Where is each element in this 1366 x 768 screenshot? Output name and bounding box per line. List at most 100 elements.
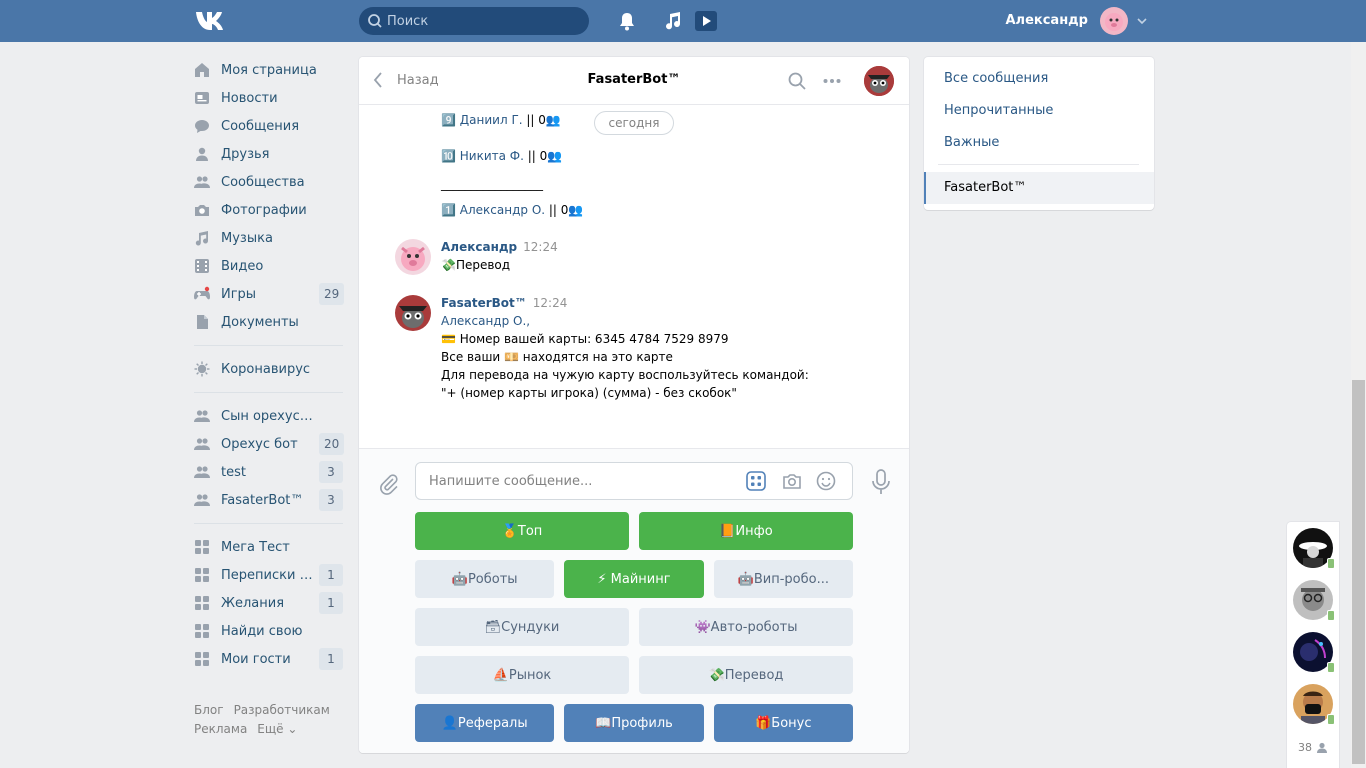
count-badge: 1 [319,564,343,586]
sidebar-item[interactable]: Сообщения [190,112,350,140]
message-composer: 🏅Топ 📙Инфо 🤖Роботы⚡ Майнинг🤖Вип-робо... 🗃Су… [359,448,909,753]
message-author[interactable]: Александр 12:24 [441,240,558,254]
sidebar-item-label: Сообщения [221,118,300,134]
sidebar-item[interactable]: Орехус бот 20 [190,430,350,458]
count-badge: 1 [319,592,343,614]
messages-filter-panel: Все сообщения Непрочитанные Важные Fasat… [924,57,1154,210]
keyboard-button[interactable]: 📙Инфо [639,512,853,550]
user-link[interactable]: Александр О. [460,203,545,217]
sidebar-item[interactable]: Видео [190,252,350,280]
sidebar-item[interactable]: Сообщества [190,168,350,196]
friends-online-panel: 38 [1287,522,1339,768]
music-note-icon[interactable] [662,11,684,31]
sidebar-item[interactable]: FasaterBot™ 3 [190,486,350,514]
sidebar-item[interactable]: Новости [190,84,350,112]
search-box[interactable] [359,7,589,35]
separator-line: _________________ [441,177,543,191]
sidebar-item[interactable]: Сын орехуса#1 [190,402,350,430]
sidebar-item[interactable]: Фотографии [190,196,350,224]
page-scrollbar[interactable] [1351,42,1366,768]
message-text: 💳 Номер вашей карты: 6345 4784 7529 8979 [441,332,729,346]
keyboard-button[interactable]: 👤Рефералы [415,704,555,742]
selected-conversation[interactable]: FasaterBot™ [924,172,1154,204]
app-icon [195,568,209,582]
sidebar-item[interactable]: test 3 [190,458,350,486]
message-input-box[interactable] [415,462,853,500]
filter-important[interactable]: Важные [944,135,999,150]
microphone-icon[interactable] [869,469,893,495]
paperclip-icon[interactable] [378,473,400,495]
online-indicator [1327,558,1335,569]
filter-unread[interactable]: Непрочитанные [944,103,1053,118]
header-avatar[interactable] [1100,7,1128,35]
sidebar-item[interactable]: Игры 29 [190,280,350,308]
filter-all-messages[interactable]: Все сообщения [944,71,1048,86]
footer-link-developers[interactable]: Разработчикам [234,703,330,717]
search-icon[interactable] [788,72,806,90]
friends-icon [196,147,208,161]
list-item: 9️⃣ Даниил Г. || 0👥 [441,113,561,127]
avatar[interactable] [395,295,431,331]
sidebar-item-label: Желания [221,595,285,611]
sidebar-item[interactable]: Документы [190,308,350,336]
keyboard-button[interactable]: 🗃Сундуки [415,608,629,646]
message-author[interactable]: FasaterBot™ 12:24 [441,296,567,310]
chat-header: Назад FasaterBot™ [359,57,909,105]
sidebar-item-label: Игры [221,286,257,302]
scrollbar-thumb[interactable] [1352,380,1365,764]
sidebar-item[interactable]: Музыка [190,224,350,252]
count-badge: 20 [319,433,345,455]
keyboard-toggle-icon[interactable] [746,471,766,491]
keyboard-button[interactable]: 🤖Роботы [415,560,555,598]
message-input[interactable] [429,463,729,499]
app-icon [195,624,209,638]
user-link[interactable]: Даниил Г. [460,113,523,127]
sidebar-item[interactable]: Мои гости 1 [190,645,350,673]
user-link[interactable]: Никита Ф. [460,149,524,163]
chat-avatar[interactable] [864,66,894,96]
keyboard-button[interactable]: 💸Перевод [639,656,853,694]
person-icon [1317,742,1327,753]
sidebar-item-label: Переписки и г... [221,567,317,583]
emoji-icon[interactable] [816,471,836,491]
sidebar-item-label: Новости [221,90,278,106]
keyboard-button[interactable]: 🤖Вип-робо... [713,560,853,598]
camera-icon[interactable] [782,471,802,491]
search-input[interactable] [387,7,583,35]
sidebar-item-label: Фотографии [221,202,307,218]
online-indicator [1327,714,1335,725]
more-dots-icon[interactable] [823,72,841,90]
sidebar-item-label: Документы [221,314,299,330]
count-badge: 3 [319,489,343,511]
play-video-icon[interactable] [695,11,717,31]
message-text: 💸Перевод [441,258,511,272]
sidebar-item[interactable]: Переписки и г...1 [190,561,350,589]
keyboard-button[interactable]: 👾Авто-роботы [639,608,853,646]
home-icon [195,63,209,77]
avatar[interactable] [395,239,431,275]
sidebar-item[interactable]: Друзья [190,140,350,168]
vk-logo-icon[interactable] [194,9,228,33]
menu-divider [194,392,343,393]
sidebar-item[interactable]: Коронавирус [190,355,350,383]
footer-link-blog[interactable]: Блог [194,703,224,717]
chevron-down-icon[interactable] [1136,15,1148,27]
virus-icon [194,361,210,377]
footer-link-ads[interactable]: Реклама [194,722,247,736]
friends-online-count[interactable]: 38 [1298,741,1328,754]
header-user-name[interactable]: Александр [1000,13,1089,28]
bell-icon[interactable] [616,11,638,31]
sidebar-item-label: FasaterBot™ [221,492,304,508]
footer-link-more[interactable]: Ещё ⌄ [257,722,297,736]
sidebar-item[interactable]: Моя страница [190,56,350,84]
message-mention[interactable]: Александр О., [441,314,530,328]
sidebar-item[interactable]: Мега Тест [190,533,350,561]
keyboard-button[interactable]: 🎁Бонус [713,704,853,742]
keyboard-button[interactable]: 🏅Топ [415,512,629,550]
sidebar-item[interactable]: Желания 1 [190,589,350,617]
keyboard-button[interactable]: 📖Профиль [564,704,704,742]
keyboard-button[interactable]: ⚡ Майнинг [564,560,704,598]
sidebar-item[interactable]: Найди свою [190,617,350,645]
gamepad-icon [194,286,210,300]
keyboard-button[interactable]: ⛵Рынок [415,656,629,694]
